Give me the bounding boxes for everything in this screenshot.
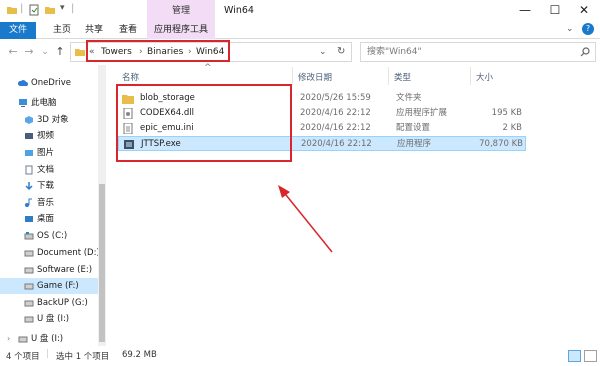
download-icon	[25, 182, 33, 191]
customize-toolbar-icon[interactable]: ▾	[60, 3, 65, 13]
column-divider[interactable]	[388, 67, 389, 85]
details-view-icon[interactable]	[568, 350, 581, 362]
annotation-box-files	[116, 84, 292, 162]
item-count: 4 个项目	[6, 352, 40, 362]
sidebar-item-this-pc[interactable]: 此电脑	[0, 95, 98, 111]
up-button[interactable]: ↑	[53, 44, 67, 60]
video-icon	[25, 133, 33, 139]
large-icons-view-icon[interactable]	[584, 350, 597, 362]
computer-icon	[19, 99, 27, 107]
drive-icon	[24, 300, 34, 307]
separator-bar: |	[20, 3, 24, 14]
tab-file[interactable]: 文件	[0, 22, 36, 39]
help-icon[interactable]: ?	[582, 23, 594, 35]
sidebar-item-document-d[interactable]: Document (D:)	[0, 245, 100, 261]
refresh-button[interactable]: ↻	[337, 43, 345, 61]
annotation-box-breadcrumb	[86, 40, 230, 62]
cube-icon	[25, 116, 33, 124]
window-title: Win64	[224, 5, 254, 16]
annotation-arrow-icon	[278, 185, 333, 253]
selection-size: 69.2 MB	[122, 350, 157, 360]
sidebar-item-backup-g[interactable]: BackUP (G:)	[0, 295, 98, 311]
sidebar-item-pictures[interactable]: 图片	[0, 145, 98, 161]
desktop-icon	[25, 216, 33, 222]
status-bar: 4 个项目 | 选中 1 个项目 69.2 MB	[0, 346, 600, 366]
chevron-right-icon[interactable]: ›	[7, 331, 10, 346]
sidebar-item-desktop[interactable]: 桌面	[0, 211, 98, 227]
tab-share[interactable]: 共享	[80, 22, 108, 39]
close-button[interactable]: ✕	[568, 0, 600, 22]
column-header-size[interactable]: 大小	[476, 71, 493, 83]
new-folder-icon[interactable]	[44, 4, 56, 16]
search-input[interactable]	[367, 43, 567, 61]
sidebar-item-onedrive[interactable]: OneDrive	[0, 75, 98, 91]
separator-bar: |	[46, 349, 50, 359]
maximize-button[interactable]: ☐	[539, 0, 571, 22]
ribbon-tabs: 文件 主页 共享 查看 应用程序工具 ⌄ ?	[0, 22, 600, 39]
document-icon	[25, 165, 33, 175]
navigation-scrollbar-thumb[interactable]	[99, 184, 105, 342]
sidebar-item-downloads[interactable]: 下载	[0, 178, 98, 194]
sidebar-item-3d-objects[interactable]: 3D 对象	[0, 112, 98, 128]
context-group-label: 管理	[147, 0, 215, 22]
usb-drive-icon	[18, 336, 28, 343]
os-drive-icon	[24, 232, 34, 240]
address-dropdown-button[interactable]: ⌄	[319, 43, 327, 61]
separator-bar: |	[71, 3, 75, 14]
sidebar-item-game-f[interactable]: Game (F:)	[0, 278, 98, 294]
drive-icon	[24, 250, 34, 257]
tab-application-tools[interactable]: 应用程序工具	[147, 22, 215, 39]
sidebar-item-software-e[interactable]: Software (E:)	[0, 262, 98, 278]
music-icon	[25, 198, 32, 207]
forward-button[interactable]: →	[22, 44, 36, 60]
sidebar-item-documents[interactable]: 文档	[0, 162, 98, 178]
picture-icon	[25, 150, 33, 156]
sidebar-item-os-c[interactable]: OS (C:)	[0, 228, 98, 244]
drive-icon	[24, 267, 34, 274]
usb-drive-icon	[24, 316, 34, 323]
column-header-date[interactable]: 修改日期	[298, 71, 332, 83]
recent-locations-button[interactable]: ⌄	[38, 44, 52, 60]
selection-count: 选中 1 个项目	[56, 352, 110, 362]
folder-icon[interactable]	[6, 4, 18, 16]
column-header-type[interactable]: 类型	[394, 71, 411, 83]
tab-home[interactable]: 主页	[48, 22, 76, 39]
sidebar-item-usb-i-root[interactable]: › U 盘 (I:)	[0, 331, 98, 346]
minimize-button[interactable]: —	[509, 0, 541, 22]
column-divider[interactable]	[292, 67, 293, 85]
sort-indicator-icon: ^	[204, 63, 212, 73]
tab-view[interactable]: 查看	[114, 22, 142, 39]
folder-icon	[75, 49, 85, 56]
column-divider[interactable]	[470, 67, 471, 85]
drive-icon	[24, 283, 34, 290]
column-header-name[interactable]: 名称	[122, 71, 139, 83]
sidebar-item-music[interactable]: 音乐	[0, 195, 98, 211]
cloud-icon	[18, 80, 28, 86]
navigation-pane: OneDrive 此电脑 3D 对象 视频 图片 文档 下载 音乐 桌面 OS …	[0, 65, 106, 346]
sidebar-item-usb-i[interactable]: U 盘 (I:)	[0, 311, 98, 327]
sidebar-item-videos[interactable]: 视频	[0, 128, 98, 144]
properties-icon[interactable]	[28, 4, 40, 16]
search-box[interactable]	[360, 42, 596, 62]
search-icon[interactable]	[580, 47, 590, 57]
title-bar: | ▾ | 管理 Win64 — ☐ ✕	[0, 0, 600, 22]
ribbon-expand-icon[interactable]: ⌄	[566, 24, 574, 34]
back-button[interactable]: ←	[6, 44, 20, 60]
